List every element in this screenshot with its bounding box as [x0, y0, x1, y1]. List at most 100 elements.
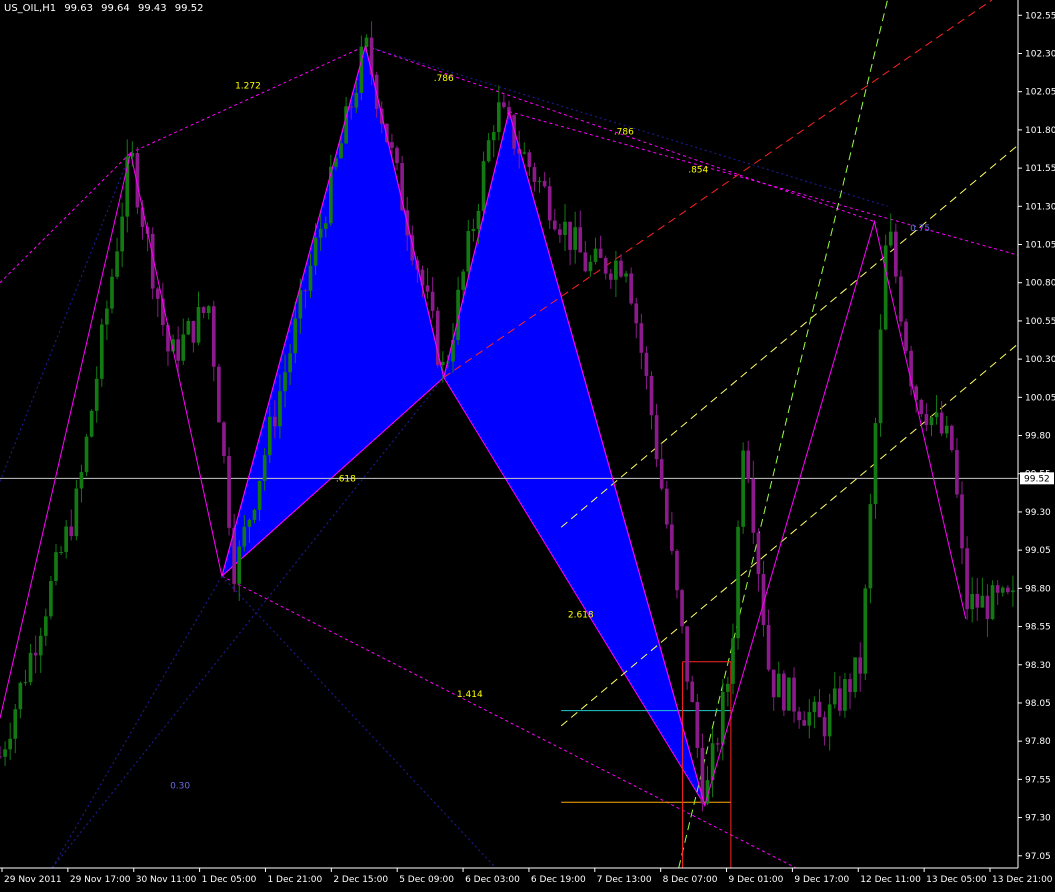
candle-body [822, 717, 827, 737]
candle-body [985, 595, 990, 620]
candle-body [354, 92, 359, 108]
candle-body [28, 652, 33, 683]
candle-body [817, 701, 822, 718]
candle-body [502, 102, 506, 108]
y-tick-label: 99.05 [1025, 546, 1051, 556]
candle-body [471, 228, 476, 232]
candle-body [181, 334, 186, 361]
candle-body [695, 702, 700, 748]
y-tick-label: 100.55 [1025, 317, 1055, 327]
candle-body [43, 616, 48, 636]
candle-body [23, 682, 28, 684]
candle-body [970, 594, 975, 610]
candle-body [155, 288, 160, 299]
candle-body [955, 450, 959, 495]
candle-body [919, 399, 924, 415]
candle-body [797, 711, 801, 721]
candle-body [547, 186, 552, 221]
candle-body [273, 416, 277, 427]
y-tick-label: 99.80 [1025, 432, 1051, 442]
candle-body [990, 585, 995, 620]
candle-body [8, 738, 13, 750]
x-tick-label: 1 Dec 05:00 [202, 875, 257, 885]
candle-body [573, 227, 578, 250]
candle-body [598, 248, 603, 258]
candle-body [980, 595, 985, 608]
candle-body [349, 106, 354, 108]
x-tick-label: 8 Dec 07:00 [663, 875, 718, 885]
candle-body [929, 417, 934, 426]
candle-body [787, 677, 791, 711]
y-tick-label: 97.30 [1025, 814, 1051, 824]
candle-body [257, 480, 262, 510]
candle-body [278, 391, 282, 427]
candle-body [267, 416, 272, 456]
candle-body [715, 743, 720, 745]
candle-body [110, 276, 114, 309]
x-tick-label: 13 Dec 05:00 [926, 875, 987, 885]
candle-body [685, 626, 689, 682]
candle-body [84, 436, 89, 473]
candle-body [293, 318, 298, 354]
x-tick-label: 9 Dec 01:00 [729, 875, 784, 885]
price-chart[interactable]: 1.272.786.786.854.618 2.618 1.414 0.75 0.30 … [0, 0, 1055, 888]
y-tick-label: 100.05 [1025, 393, 1055, 403]
y-tick-label: 101.30 [1025, 202, 1055, 212]
candle-body [639, 323, 644, 353]
y-tick-label: 102.30 [1025, 49, 1055, 59]
candle-body [593, 248, 598, 262]
candle-body [904, 321, 908, 351]
candle-body [807, 712, 812, 726]
candle-body [843, 679, 847, 711]
candle-body [894, 231, 898, 277]
candle-body [924, 414, 929, 426]
candle-body [323, 223, 328, 229]
candle-body [868, 504, 873, 589]
candle-body [425, 285, 430, 292]
candle-body [283, 372, 287, 392]
x-tick-label: 29 Nov 17:00 [70, 875, 131, 885]
candle-body [975, 594, 980, 608]
candle-body [588, 261, 593, 272]
x-tick-label: 6 Dec 19:00 [531, 875, 586, 885]
x-tick-label: 5 Dec 09:00 [399, 875, 454, 885]
y-tick-label: 99.30 [1025, 508, 1051, 518]
close-value: 99.52 [174, 3, 204, 14]
candle-body [680, 590, 684, 627]
candle-body [59, 552, 63, 554]
candle-body [741, 450, 745, 527]
candle-body [949, 425, 954, 451]
candle-body [64, 526, 69, 553]
candle-body [115, 251, 119, 277]
candle-body [13, 709, 18, 739]
current-price-label: 99.52 [1024, 474, 1050, 484]
y-tick-label: 102.05 [1025, 88, 1055, 98]
candlestick-chart-svg[interactable]: 1.272.786.786.854.6182.6181.4140.750.30 … [0, 0, 1055, 888]
candle-body [49, 581, 53, 617]
candle-body [486, 140, 491, 162]
candle-body [965, 548, 969, 610]
y-tick-label: 98.55 [1025, 623, 1051, 633]
candle-body [766, 625, 771, 670]
candle-body [563, 221, 567, 236]
y-tick-label: 97.80 [1025, 737, 1051, 747]
candle-body [619, 260, 623, 277]
candle-body [247, 519, 252, 527]
candle-body [659, 459, 664, 489]
candle-body [491, 132, 496, 141]
x-tick-label: 30 Nov 11:00 [136, 875, 197, 885]
candle-body [899, 276, 903, 322]
low-value: 99.43 [137, 3, 167, 14]
candle-body [848, 679, 852, 693]
candle-body [1000, 587, 1005, 593]
y-tick-label: 98.80 [1025, 584, 1051, 594]
candle-body [38, 635, 43, 656]
candle-body [430, 291, 435, 311]
candle-body [883, 245, 888, 330]
chart-header: US_OIL,H1 99.63 99.64 99.43 99.52 [4, 3, 208, 14]
candle-body [186, 320, 191, 335]
candle-body [196, 307, 201, 343]
y-tick-label: 100.30 [1025, 355, 1055, 365]
x-tick-label: 13 Dec 21:00 [992, 875, 1053, 885]
candle-body [222, 422, 226, 457]
